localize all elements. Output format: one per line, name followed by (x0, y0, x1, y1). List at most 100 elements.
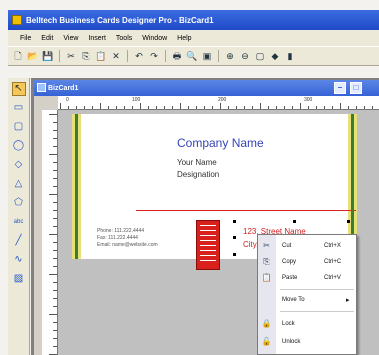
ruler-tick (53, 218, 57, 219)
pointer-tool-icon[interactable]: ↖ (11, 82, 26, 96)
line-tool-icon[interactable]: ╱ (12, 234, 26, 248)
selection-handle[interactable] (233, 236, 236, 239)
zoom-out-icon[interactable]: ⊖ (239, 50, 251, 62)
horizontal-ruler: 0 100 200 300 (58, 96, 379, 110)
designation-text[interactable]: Designation (177, 170, 219, 179)
maximize-icon[interactable]: □ (350, 82, 362, 94)
fax-text[interactable]: Fax: 111.222.4444 (97, 235, 138, 241)
menu-window[interactable]: Window (142, 35, 167, 42)
divider-line[interactable] (136, 210, 356, 211)
ruler-tick (53, 346, 57, 347)
document-titlebar[interactable]: BizCard1 – □ (34, 80, 379, 96)
menu-item-unlock[interactable]: 🔓 Unlock (258, 335, 358, 349)
rounded-rectangle-tool-icon[interactable]: ▢ (12, 120, 26, 134)
ruler-tick (108, 106, 109, 109)
cut-icon[interactable]: ✂ (65, 50, 77, 62)
paste-icon: 📋 (261, 273, 272, 282)
rectangle-tool-icon[interactable]: ▭ (12, 101, 26, 115)
menu-file[interactable]: File (20, 35, 31, 42)
phone-text[interactable]: Phone: 111.222.4444 (97, 228, 144, 234)
ruler-tick (49, 154, 57, 155)
menu-view[interactable]: View (63, 35, 78, 42)
menu-separator (280, 289, 354, 290)
selection-handle[interactable] (233, 220, 236, 223)
ruler-label: 0 (66, 97, 69, 103)
delete-icon[interactable]: ✕ (110, 50, 122, 62)
menu-tools[interactable]: Tools (116, 35, 132, 42)
menu-item-copy[interactable]: ⎘ Copy Ctrl+C (258, 255, 358, 269)
logo-graphic[interactable] (196, 220, 220, 270)
new-icon[interactable]: 🗋 (12, 50, 24, 62)
email-text[interactable]: Email: name@website.com (97, 242, 158, 248)
ruler-tick (244, 106, 245, 109)
ellipse-tool-icon[interactable]: ◯ (12, 139, 26, 153)
menu-item-paste[interactable]: 📋 Paste Ctrl+V (258, 271, 358, 285)
image-tool-icon[interactable]: ▨ (12, 272, 26, 286)
ruler-tick (172, 106, 173, 109)
more-icon[interactable]: ▮ (284, 50, 296, 62)
ruler-tick (53, 306, 57, 307)
ruler-tick (53, 298, 57, 299)
ruler-tick (260, 103, 261, 109)
company-name-text[interactable]: Company Name (177, 136, 264, 150)
frame-icon[interactable]: ▢ (254, 50, 266, 62)
ruler-tick (53, 130, 57, 131)
menu-help[interactable]: Help (177, 35, 191, 42)
ruler-tick (188, 106, 189, 109)
selection-handle[interactable] (293, 220, 296, 223)
ruler-tick (84, 106, 85, 109)
ruler-tick (148, 106, 149, 109)
ruler-tick (348, 106, 349, 109)
save-icon[interactable]: 💾 (42, 50, 54, 62)
toolbar-separator (59, 50, 60, 62)
open-icon[interactable]: 📂 (27, 50, 39, 62)
your-name-text[interactable]: Your Name (177, 158, 217, 167)
ruler-tick (76, 106, 77, 109)
ruler-tick (236, 106, 237, 109)
menu-item-move-to[interactable]: Move To ▸ (258, 293, 358, 307)
ruler-tick (53, 202, 57, 203)
triangle-tool-icon[interactable]: △ (12, 177, 26, 191)
ruler-tick (49, 114, 57, 115)
print-icon[interactable]: 🖶 (171, 50, 183, 62)
main-toolbar: 🗋 📂 💾 ✂ ⎘ 📋 ✕ ↶ ↷ 🖶 🔍 ▣ ⊕ ⊖ ▢ ◆ ▮ (8, 46, 379, 66)
ruler-tick (53, 282, 57, 283)
ruler-tick (340, 103, 341, 109)
ruler-tick (284, 106, 285, 109)
copy-icon[interactable]: ⎘ (80, 50, 92, 62)
ruler-label: 300 (304, 97, 313, 103)
image-icon[interactable]: ▣ (201, 50, 213, 62)
text-tool-icon[interactable]: abc (12, 215, 26, 229)
polygon-tool-icon[interactable]: ⬠ (12, 196, 26, 210)
diamond-tool-icon[interactable]: ◇ (12, 158, 26, 172)
ruler-tick (140, 103, 141, 109)
ruler-tick (53, 242, 57, 243)
menu-edit[interactable]: Edit (41, 35, 53, 42)
window-titlebar[interactable]: Belltech Business Cards Designer Pro - B… (8, 10, 379, 30)
drawing-toolbox: ↖ ▭ ▢ ◯ ◇ △ ⬠ abc ╱ ∿ ▨ (8, 78, 30, 355)
toolbar-separator (218, 50, 219, 62)
ruler-tick (292, 106, 293, 109)
ruler-tick (308, 106, 309, 109)
print-preview-icon[interactable]: 🔍 (186, 50, 198, 62)
lock-icon: 🔒 (261, 319, 272, 328)
selection-handle[interactable] (347, 220, 350, 223)
ruler-tick (49, 194, 57, 195)
undo-icon[interactable]: ↶ (133, 50, 145, 62)
ruler-tick (53, 210, 57, 211)
zoom-in-icon[interactable]: ⊕ (224, 50, 236, 62)
redo-icon[interactable]: ↷ (148, 50, 160, 62)
ruler-tick (49, 234, 57, 235)
paste-icon[interactable]: 📋 (95, 50, 107, 62)
menu-insert[interactable]: Insert (88, 35, 106, 42)
unlock-icon: 🔓 (261, 337, 272, 346)
selection-handle[interactable] (233, 253, 236, 256)
ruler-tick (228, 106, 229, 109)
minimize-icon[interactable]: – (334, 82, 346, 94)
ruler-tick (53, 138, 57, 139)
curve-tool-icon[interactable]: ∿ (12, 253, 26, 267)
menu-item-cut[interactable]: ✂ Cut Ctrl+X (258, 239, 358, 253)
ruler-tick (372, 106, 373, 109)
menu-item-lock[interactable]: 🔒 Lock (258, 317, 358, 331)
color-icon[interactable]: ◆ (269, 50, 281, 62)
